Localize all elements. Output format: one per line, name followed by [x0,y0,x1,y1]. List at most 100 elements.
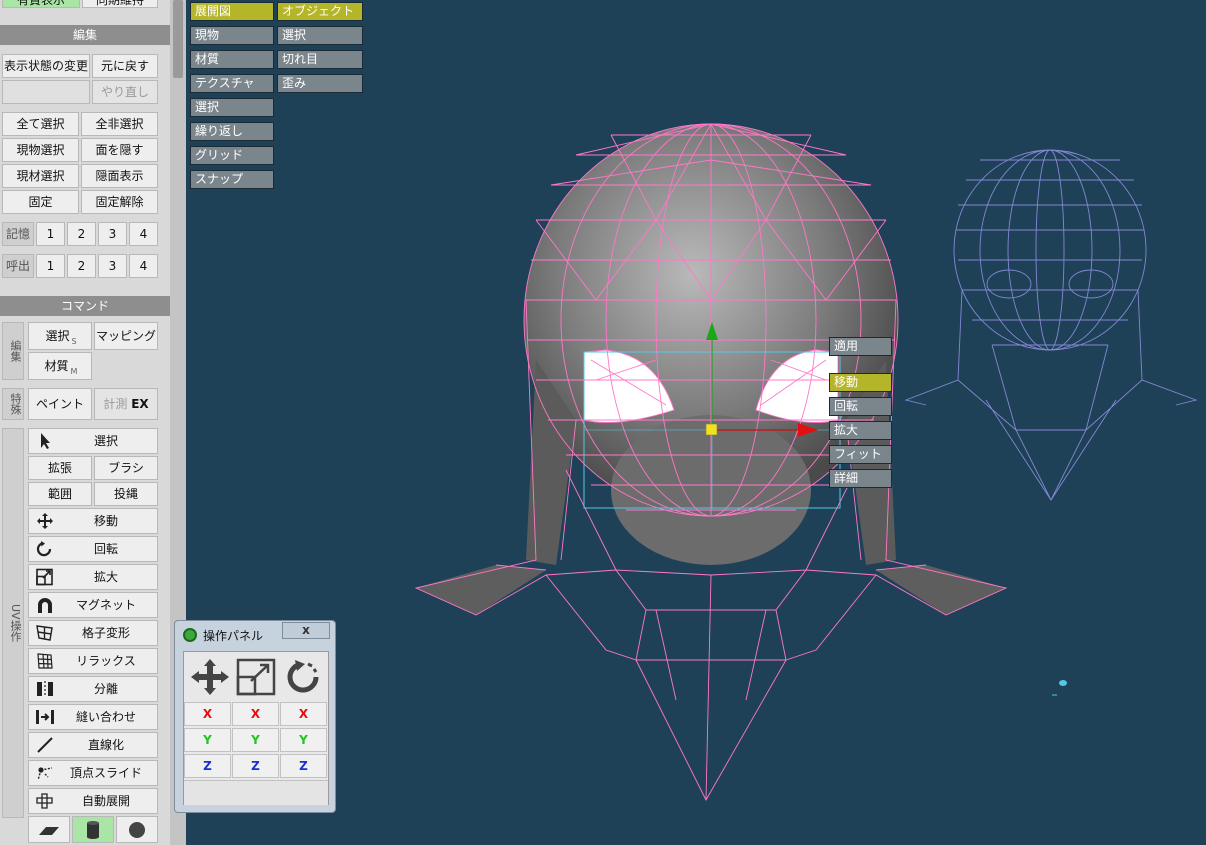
apply-button[interactable]: 適用 [829,337,892,356]
change-display-button[interactable]: 表示状態の変更 [2,54,90,78]
fix-button[interactable]: 固定 [2,190,79,214]
close-icon[interactable]: x [282,622,330,639]
big-move-icon[interactable] [188,658,232,696]
select-material-button[interactable]: 現材選択 [2,164,79,188]
gizmo-scale-button[interactable]: 拡大 [829,421,892,440]
big-rotate-icon[interactable] [282,658,326,696]
select-object-button[interactable]: 現物選択 [2,138,79,162]
rotate-y-field[interactable]: Y [280,728,327,752]
tab-grid[interactable]: グリッド [190,146,274,165]
tool-relax-button[interactable]: リラックス [28,648,158,674]
move-y-field[interactable]: Y [184,728,231,752]
tool-sew-button[interactable]: 縫い合わせ [28,704,158,730]
uv-viewport[interactable]: 展開図 現物 材質 テクスチャ 選択 繰り返し グリッド スナップ オブジェクト… [186,0,1206,845]
expand-button[interactable]: 拡張 [28,456,92,480]
cylinder-projection-button[interactable] [72,816,114,843]
show-hidden-button[interactable]: 隠面表示 [81,164,158,188]
hide-face-button[interactable]: 面を隠す [81,138,158,162]
tool-move-label: 移動 [93,514,118,528]
measure-button[interactable]: 計測 EX [94,388,158,420]
recall-slot-3[interactable]: 3 [98,254,127,278]
lasso-button[interactable]: 投縄 [94,482,158,506]
tab-seam[interactable]: 切れ目 [277,50,363,69]
tab-material[interactable]: 材質 [190,50,274,69]
move-x-field[interactable]: X [184,702,231,726]
split-icon [37,681,53,697]
top-right-button[interactable]: 同期維持 [82,0,158,8]
sphere-projection-button[interactable] [116,816,158,843]
brush-button[interactable]: ブラシ [94,456,158,480]
select-shortcut: S [71,337,77,346]
material-shortcut: M [70,367,78,376]
select-all-button[interactable]: 全て選択 [2,112,79,136]
tool-lattice-button[interactable]: 格子変形 [28,620,158,646]
magnet-icon [38,598,52,613]
memory-slot-1[interactable]: 1 [36,222,65,246]
select-mode-button[interactable]: 選択 S [28,322,92,350]
tab-uv-map[interactable]: 展開図 [190,2,274,21]
rotate-z-field[interactable]: Z [280,754,327,778]
measure-label: 計測 [103,397,128,411]
tab-distortion[interactable]: 歪み [277,74,363,93]
tool-straighten-label: 直線化 [87,738,124,752]
memory-slot-3[interactable]: 3 [98,222,127,246]
range-button[interactable]: 範囲 [28,482,92,506]
undo-button[interactable]: 元に戻す [92,54,158,78]
tool-move-button[interactable]: 移動 [28,508,158,534]
select-mode-label: 選択 [45,329,70,343]
tool-auto-unwrap-button[interactable]: 自動展開 [28,788,158,814]
tool-straighten-button[interactable]: 直線化 [28,732,158,758]
uv-group-label: UV操作 [2,428,24,818]
recall-slot-1[interactable]: 1 [36,254,65,278]
tab-snap[interactable]: スナップ [190,170,274,189]
top-left-button[interactable]: 有賞表示 [2,0,80,8]
mapping-button[interactable]: マッピング [94,322,158,350]
tab-object-view[interactable]: 現物 [190,26,274,45]
big-scale-icon[interactable] [235,658,279,696]
tab-texture[interactable]: テクスチャ [190,74,274,93]
plane-icon [39,827,59,835]
uv-island-fragment [1052,680,1067,696]
gizmo-fit-button[interactable]: フィット [829,445,892,464]
gizmo-detail-button[interactable]: 詳細 [829,469,892,488]
tab-selection[interactable]: 選択 [190,98,274,117]
tool-lattice-label: 格子変形 [81,626,130,640]
operation-panel: 操作パネル X X X Y Y Y Z Z Z [174,620,336,813]
material-mode-button[interactable]: 材質 M [28,352,92,380]
unfix-button[interactable]: 固定解除 [81,190,158,214]
recall-slot-4[interactable]: 4 [129,254,158,278]
redo-button[interactable]: やり直し [92,80,158,104]
scale-y-field[interactable]: Y [232,728,279,752]
gizmo-move-button[interactable]: 移動 [829,373,892,392]
move-z-field[interactable]: Z [184,754,231,778]
tool-scale-button[interactable]: 拡大 [28,564,158,590]
move-icon [37,513,53,529]
gizmo-rotate-button[interactable]: 回転 [829,397,892,416]
relax-icon [37,653,53,669]
recall-slot-2[interactable]: 2 [67,254,96,278]
viewport-canvas [414,123,1198,801]
panel-app-icon [183,628,197,642]
memory-slot-2[interactable]: 2 [67,222,96,246]
command-section-header: コマンド [0,296,170,316]
rotate-x-field[interactable]: X [280,702,327,726]
uv-select-button[interactable]: 選択 [28,428,158,454]
operation-panel-body: X X X Y Y Y Z Z Z [183,651,329,805]
tool-magnet-button[interactable]: マグネット [28,592,158,618]
deselect-all-button[interactable]: 全非選択 [81,112,158,136]
panel-scrollbar-thumb[interactable] [173,0,183,78]
scale-z-field[interactable]: Z [232,754,279,778]
tool-relax-label: リラックス [76,654,136,668]
memory-slot-4[interactable]: 4 [129,222,158,246]
tool-vertex-slide-button[interactable]: 頂点スライド [28,760,158,786]
scale-x-field[interactable]: X [232,702,279,726]
tool-split-button[interactable]: 分離 [28,676,158,702]
paint-button[interactable]: ペイント [28,388,92,420]
planar-projection-button[interactable] [28,816,70,843]
command-panel: 有賞表示 同期維持 編集 表示状態の変更 元に戻す やり直し 全て選択 全非選択… [0,0,170,845]
tab-object[interactable]: オブジェクト [277,2,363,21]
tab-repeat[interactable]: 繰り返し [190,122,274,141]
special-group-label: 特殊 [2,388,24,420]
tab-object-select[interactable]: 選択 [277,26,363,45]
tool-rotate-button[interactable]: 回転 [28,536,158,562]
